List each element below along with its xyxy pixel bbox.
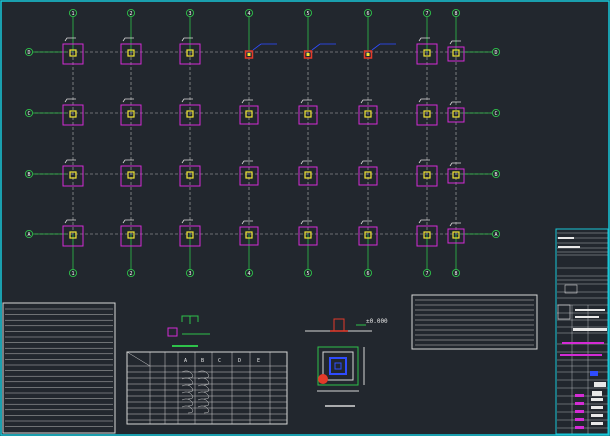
axis-bubble-left-A: A — [24, 229, 34, 239]
footing[interactable] — [244, 43, 278, 59]
axis-bubble-top-7: 7 — [422, 8, 432, 18]
axis-bubble-left-C: C — [24, 108, 34, 118]
axis-bubble-bottom-6: 6 — [363, 268, 373, 278]
axis-bubble-left-D: D — [24, 47, 34, 57]
axis-bubble-top-1: 1 — [68, 8, 78, 18]
axis-bubble-bottom-4: 4 — [244, 268, 254, 278]
footing[interactable] — [363, 43, 397, 59]
axis-bubble-top-4: 4 — [244, 8, 254, 18]
axis-bubble-top-2: 2 — [126, 8, 136, 18]
svg-text:A: A — [494, 232, 497, 238]
svg-text:5: 5 — [306, 11, 309, 17]
svg-text:1: 1 — [71, 11, 74, 17]
axis-grid-lines — [30, 14, 495, 272]
svg-text:B: B — [27, 172, 30, 178]
svg-text:1: 1 — [71, 271, 74, 277]
axis-bubble-top-3: 3 — [185, 8, 195, 18]
svg-text:8: 8 — [454, 271, 457, 277]
table-header-b: B — [201, 358, 204, 364]
axis-bubble-top-8: 8 — [451, 8, 461, 18]
table-header-e: E — [257, 358, 260, 364]
notes-block — [2, 302, 116, 434]
footing-detail[interactable]: ±0.000 — [305, 318, 388, 407]
svg-text:4: 4 — [247, 11, 250, 17]
axis-bubble-right-A: A — [491, 229, 501, 239]
svg-text:6: 6 — [366, 11, 369, 17]
foundation-plan-drawing[interactable]: 1 2 3 4 5 6 7 8 1 2 3 4 5 6 7 8 D C B A D C B A A B C D E ±0.00… — [0, 0, 610, 436]
svg-text:C: C — [27, 111, 30, 117]
cad-viewport[interactable]: 1 2 3 4 5 6 7 8 1 2 3 4 5 6 7 8 D C B A D C B A A B C D E ±0.00… — [0, 0, 610, 436]
table-header-d: D — [238, 358, 241, 364]
footings-layer[interactable] — [62, 37, 465, 247]
general-notes-block — [411, 294, 538, 350]
svg-text:3: 3 — [188, 271, 191, 277]
detail-elevation-label: ±0.000 — [366, 318, 388, 325]
svg-text:2: 2 — [129, 271, 132, 277]
drawing-frame — [0, 0, 610, 436]
legend-symbols — [167, 315, 210, 347]
footing[interactable] — [303, 43, 337, 59]
detail-callout-marker — [318, 374, 328, 384]
svg-text:7: 7 — [425, 271, 428, 277]
axis-bubble-bottom-3: 3 — [185, 268, 195, 278]
svg-text:D: D — [494, 50, 497, 56]
svg-text:D: D — [27, 50, 30, 56]
table-header-a: A — [184, 358, 187, 364]
axis-bubble-right-B: B — [491, 169, 501, 179]
footing-schedule-table: A B C D E — [126, 351, 288, 425]
svg-text:8: 8 — [454, 11, 457, 17]
svg-text:6: 6 — [366, 271, 369, 277]
axis-bubble-top-5: 5 — [303, 8, 313, 18]
axis-bubble-right-D: D — [491, 47, 501, 57]
svg-text:B: B — [494, 172, 497, 178]
svg-text:5: 5 — [306, 271, 309, 277]
axis-bubble-bottom-2: 2 — [126, 268, 136, 278]
svg-text:7: 7 — [425, 11, 428, 17]
table-header-c: C — [218, 358, 221, 364]
axis-bubble-bottom-1: 1 — [68, 268, 78, 278]
svg-text:4: 4 — [247, 271, 250, 277]
svg-text:C: C — [494, 111, 497, 117]
title-block — [555, 228, 609, 435]
axis-bubble-right-C: C — [491, 108, 501, 118]
axis-bubble-bottom-5: 5 — [303, 268, 313, 278]
axis-bubble-left-B: B — [24, 169, 34, 179]
axis-bubble-bottom-7: 7 — [422, 268, 432, 278]
axis-bubble-bottom-8: 8 — [451, 268, 461, 278]
svg-text:2: 2 — [129, 11, 132, 17]
svg-text:3: 3 — [188, 11, 191, 17]
axis-bubble-top-6: 6 — [363, 8, 373, 18]
svg-text:A: A — [27, 232, 30, 238]
